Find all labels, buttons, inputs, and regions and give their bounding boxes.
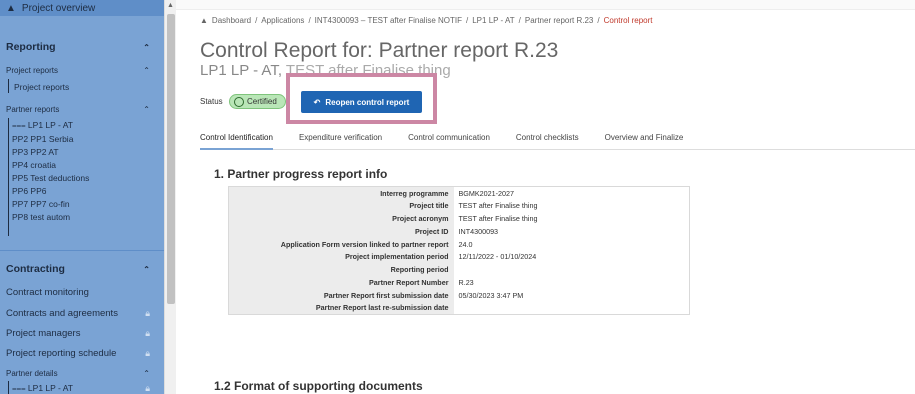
sidebar-item-label: LP1 LP - AT	[27, 120, 73, 130]
sidebar-item-partner-report-5[interactable]: PP6 PP6	[0, 184, 164, 197]
lock-icon: 🔒︎	[145, 347, 150, 358]
sidebar-item-partner-report-6[interactable]: PP7 PP7 co-fin	[0, 197, 164, 210]
sidebar-section-reporting[interactable]: Reporting ⌃	[0, 40, 164, 54]
sidebar-subsection-partner-details[interactable]: Partner details ⌃	[0, 367, 164, 379]
sidebar-item-contract-monitoring[interactable]: Contract monitoring	[0, 285, 164, 299]
sidebar-subsection-label: Partner details	[6, 368, 58, 378]
sidebar-item-label: Project reporting schedule	[6, 347, 117, 359]
sidebar-item-contracts-and-agreements[interactable]: Contracts and agreements 🔒︎	[0, 306, 164, 320]
sidebar-item-label: Contract monitoring	[6, 286, 89, 298]
sidebar-item-partner-report-1[interactable]: PP2 PP1 Serbia	[0, 132, 164, 145]
table-row: Partner Report first submission date 05/3…	[228, 288, 690, 302]
section-title: 1. Partner progress report info	[214, 167, 388, 181]
sidebar-section-label: Reporting	[6, 41, 56, 53]
tab-control-identification[interactable]: Control Identification	[200, 126, 273, 150]
sidebar-item-label: PP7 PP7 co-fin	[12, 198, 70, 209]
breadcrumb-current: Control report	[603, 16, 653, 25]
sidebar-item-label: PP3 PP2 AT	[12, 146, 59, 157]
breadcrumb-link[interactable]: Partner report R.23	[525, 16, 593, 25]
table-row: Reporting period	[228, 263, 690, 277]
main-content: ▲ Dashboard / Applications / INT4300093 – …	[176, 0, 915, 394]
report-info-table: Interreg programme BGMK2021-2027 Project …	[228, 186, 690, 315]
table-row: Interreg programme BGMK2021-2027	[228, 186, 690, 200]
breadcrumb: ▲ Dashboard / Applications / INT4300093 – …	[200, 16, 653, 25]
page-title: Control Report for: Partner report R.23	[200, 39, 559, 62]
sidebar-subsection-partner-reports[interactable]: Partner reports ⌃	[0, 103, 164, 115]
sidebar-subsection-label: Project reports	[6, 65, 59, 75]
tab-control-checklists[interactable]: Control checklists	[516, 126, 579, 150]
lock-icon: 🔒︎	[145, 307, 150, 318]
sidebar-item-project-reports[interactable]: Project reports	[0, 80, 164, 93]
home-icon: ▲	[6, 2, 16, 14]
table-row: Application Form version linked to partn…	[228, 237, 690, 251]
sidebar-item-partner-report-0[interactable]: ⩶ LP1 LP - AT	[0, 119, 164, 132]
tab-expenditure-verification[interactable]: Expenditure verification	[299, 126, 382, 150]
sidebar-subsection-project-reports[interactable]: Project reports ⌃	[0, 64, 164, 76]
partner-lead-icon: ⩶	[12, 121, 28, 130]
sidebar-item-label: PP6 PP6	[12, 185, 47, 196]
scroll-thumb[interactable]	[167, 14, 175, 304]
table-row: Project implementation period 12/11/2022 …	[228, 250, 690, 264]
table-row: Partner Report Number R.23	[228, 276, 690, 289]
certified-icon	[234, 96, 244, 107]
chevron-up-icon: ⌃	[143, 65, 150, 75]
tab-overview-and-finalize[interactable]: Overview and Finalize	[605, 126, 684, 150]
sidebar-item-partner-report-3[interactable]: PP4 croatia	[0, 158, 164, 171]
sidebar-item-label: LP1 LP - AT	[27, 382, 73, 393]
sidebar: ▲ Project overview Reporting ⌃ Project re…	[0, 0, 164, 394]
status-badge: Certified	[229, 94, 286, 109]
sidebar-item-project-reporting-schedule[interactable]: Project reporting schedule 🔒︎	[0, 346, 164, 360]
sidebar-scrollbar[interactable]: ▲	[164, 0, 176, 394]
sidebar-item-label: PP8 test autom	[12, 211, 71, 222]
sidebar-item-partner-report-4[interactable]: PP5 Test deductions	[0, 171, 164, 184]
chevron-up-icon: ⌃	[143, 368, 150, 378]
breadcrumb-link[interactable]: LP1 LP - AT	[472, 16, 514, 25]
sidebar-item-label: Project managers	[6, 327, 81, 339]
sidebar-item-project-overview[interactable]: ▲ Project overview	[0, 0, 164, 16]
chevron-up-icon: ⌃	[143, 104, 150, 114]
sidebar-item-partner-details-0[interactable]: ⩶ LP1 LP - AT 🔒︎	[0, 382, 164, 394]
highlight-box	[286, 73, 437, 124]
chevron-up-icon: ⌃	[143, 42, 150, 52]
sidebar-item-label: Project overview	[21, 2, 96, 14]
table-row: Partner Report last re-submission date	[228, 301, 690, 315]
sidebar-item-label: PP4 croatia	[12, 159, 56, 170]
table-row: Project acronym TEST after Finalise thing	[228, 212, 690, 225]
sidebar-item-label: PP2 PP1 Serbia	[12, 133, 74, 144]
sidebar-item-label: Project reports	[14, 81, 70, 92]
status-label: Status	[200, 97, 223, 106]
lock-icon: 🔒︎	[145, 327, 150, 338]
tab-bar: Control Identification Expenditure verif…	[200, 126, 915, 150]
section-title: 1.2 Format of supporting documents	[214, 379, 423, 393]
home-icon[interactable]: ▲	[200, 16, 208, 25]
sidebar-item-project-managers[interactable]: Project managers 🔒︎	[0, 326, 164, 340]
sidebar-item-label: Contracts and agreements	[6, 307, 118, 319]
sidebar-section-label: Contracting	[6, 263, 65, 275]
breadcrumb-link[interactable]: Applications	[261, 16, 304, 25]
table-row: Project ID INT4300093	[228, 224, 690, 238]
top-bar	[176, 0, 915, 10]
sidebar-subsection-label: Partner reports	[6, 104, 60, 114]
sidebar-item-partner-report-7[interactable]: PP8 test autom	[0, 210, 164, 223]
table-row: Project title TEST after Finalise thing	[228, 199, 690, 213]
chevron-up-icon: ⌃	[143, 264, 150, 274]
breadcrumb-link[interactable]: INT4300093 – TEST after Finalise NOTIF	[315, 16, 462, 25]
tab-control-communication[interactable]: Control communication	[408, 126, 490, 150]
sidebar-item-label: PP5 Test deductions	[12, 172, 90, 183]
scroll-up-icon[interactable]: ▲	[167, 2, 174, 9]
sidebar-item-partner-report-2[interactable]: PP3 PP2 AT	[0, 145, 164, 158]
partner-lead-icon: ⩶	[12, 383, 28, 393]
breadcrumb-link[interactable]: Dashboard	[212, 16, 251, 25]
lock-icon: 🔒︎	[145, 382, 150, 393]
sidebar-section-contracting[interactable]: Contracting ⌃	[0, 262, 164, 276]
